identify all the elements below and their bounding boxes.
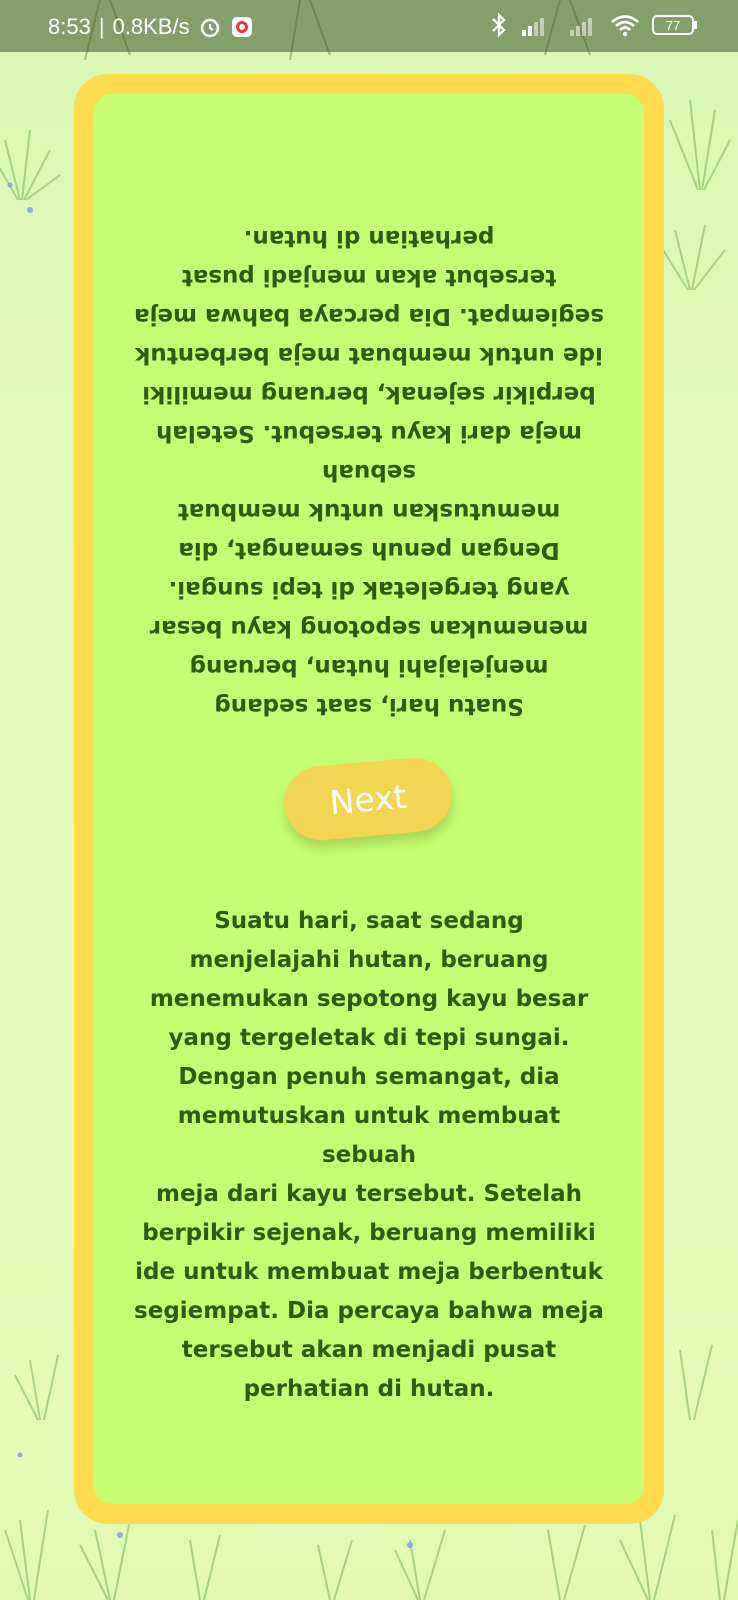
wifi-icon [611,15,639,37]
story-text: Suatu hari, saat sedang menjelajahi huta… [134,908,604,1402]
story-card: Suatu hari, saat sedang menjelajahi huta… [94,94,644,1504]
signal-icon [570,18,592,36]
story-text-upside-down: Suatu hari, saat sedang menjelajahi huta… [134,225,604,719]
record-icon [231,17,252,37]
battery-level: 77 [666,18,680,33]
alarm-icon [200,18,219,38]
next-button[interactable]: Next [281,754,455,844]
status-net-speed: 0.8KB/s [112,14,190,39]
status-right: 77 [490,12,698,38]
status-separator: | [98,14,105,39]
status-time: 8:53 [48,14,91,39]
battery-icon: 77 [652,15,697,35]
signal-icon [522,18,544,36]
status-left: 8:53 | 0.8KB/s [48,14,254,40]
status-bar: 8:53 | 0.8KB/s 77 [0,0,738,52]
bluetooth-icon [492,12,506,38]
